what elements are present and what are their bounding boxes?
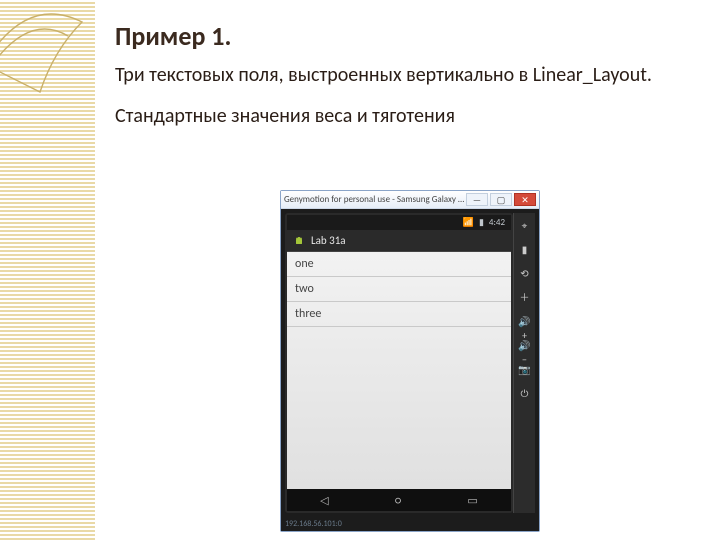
wifi-icon: 📶 bbox=[463, 217, 474, 228]
leaf-decoration bbox=[0, 0, 110, 120]
emulator-window: Genymotion for personal use - Samsung Ga… bbox=[280, 190, 540, 532]
emulator-sidebar: ⌖ ▮ ⟲ ＋ 🔊+ 🔊− 📷 ⏻ bbox=[513, 213, 535, 513]
status-time: 4:42 bbox=[489, 217, 505, 228]
home-button[interactable]: ○ bbox=[395, 494, 401, 507]
app-title: Lab 31a bbox=[311, 234, 346, 247]
recent-button[interactable]: ▭ bbox=[467, 494, 477, 507]
android-icon bbox=[293, 235, 305, 247]
battery-icon: ▮ bbox=[479, 217, 484, 228]
slide-para-1: Три текстовых поля, выстроенных вертикал… bbox=[115, 62, 690, 89]
android-statusbar: 📶 ▮ 4:42 bbox=[287, 215, 511, 230]
textview-1: one bbox=[287, 252, 511, 277]
rotate-icon[interactable]: ⟲ bbox=[518, 267, 532, 281]
gps-icon[interactable]: ⌖ bbox=[518, 219, 532, 233]
battery-tool-icon[interactable]: ▮ bbox=[518, 243, 532, 257]
volume-down-icon[interactable]: 🔊− bbox=[518, 339, 532, 353]
minimize-button[interactable]: — bbox=[466, 193, 488, 206]
emulator-footer-status: 192.168.56.101:0 bbox=[281, 517, 539, 531]
android-appbar: Lab 31a bbox=[287, 230, 511, 252]
window-title: Genymotion for personal use - Samsung Ga… bbox=[284, 194, 466, 205]
device-frame: 📶 ▮ 4:42 Lab 31a one two three ◁ bbox=[285, 213, 513, 513]
maximize-button[interactable]: ▢ bbox=[490, 193, 512, 206]
slide-title: Пример 1. bbox=[115, 20, 690, 52]
back-button[interactable]: ◁ bbox=[320, 494, 328, 507]
slide-para-2: Стандартные значения веса и тяготения bbox=[115, 103, 690, 130]
app-screen: one two three bbox=[287, 252, 511, 489]
close-button[interactable]: ✕ bbox=[514, 193, 536, 206]
power-icon[interactable]: ⏻ bbox=[518, 387, 532, 401]
window-titlebar: Genymotion for personal use - Samsung Ga… bbox=[281, 191, 539, 209]
android-navbar: ◁ ○ ▭ bbox=[287, 489, 511, 511]
textview-2: two bbox=[287, 277, 511, 302]
textview-3: three bbox=[287, 302, 511, 327]
plus-icon[interactable]: ＋ bbox=[518, 291, 532, 305]
volume-up-icon[interactable]: 🔊+ bbox=[518, 315, 532, 329]
camera-icon[interactable]: 📷 bbox=[518, 363, 532, 377]
